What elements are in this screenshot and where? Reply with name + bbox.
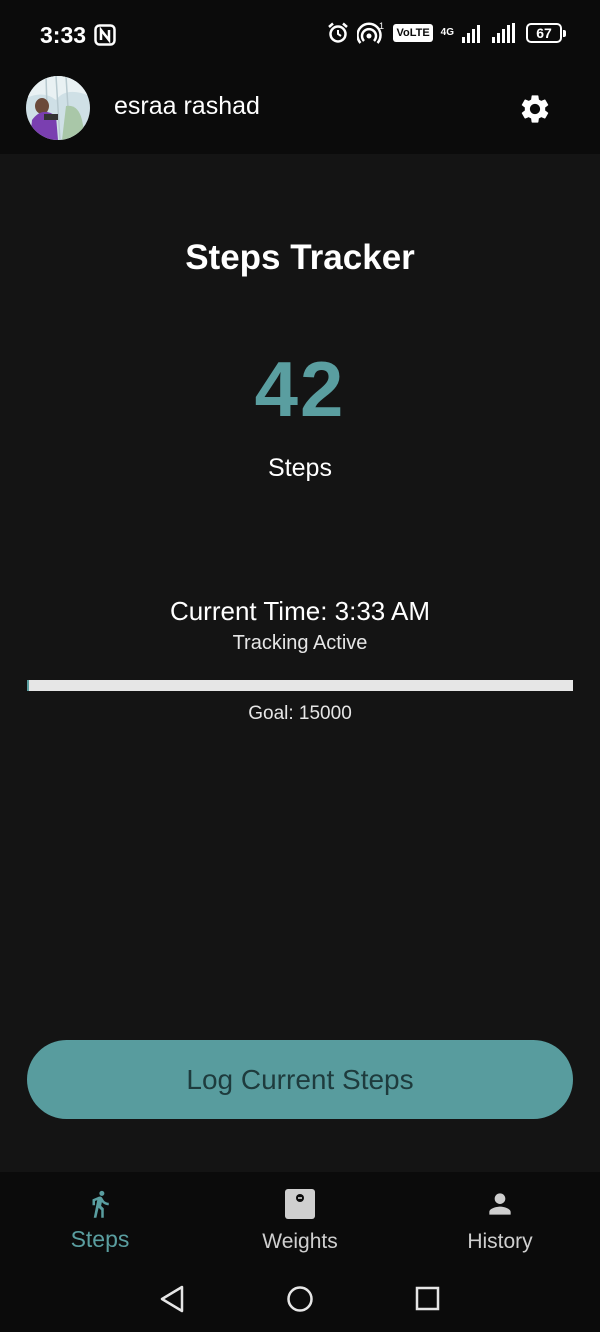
recents-icon[interactable] [414, 1284, 442, 1314]
step-count: 42 [254, 345, 346, 433]
goal-progress-fill [27, 680, 29, 691]
log-current-steps-button[interactable]: Log Current Steps [27, 1040, 573, 1119]
battery-indicator: 67 [526, 23, 566, 43]
home-icon[interactable] [286, 1284, 314, 1314]
svg-text:1: 1 [379, 22, 384, 31]
settings-button[interactable] [516, 90, 554, 128]
nav-label-weights: Weights [262, 1230, 338, 1253]
network-type: 4G [440, 27, 454, 38]
hotspot-icon: 1 [357, 22, 384, 44]
scale-icon [285, 1189, 315, 1219]
avatar[interactable] [26, 76, 90, 140]
goal-progress-bar [27, 680, 573, 691]
system-navigation-bar [0, 1268, 600, 1332]
current-time: Current Time: 3:33 AM [169, 596, 431, 626]
volte-badge: VoLTE [393, 24, 433, 42]
nav-label-history: History [467, 1230, 533, 1253]
nav-label-steps: Steps [70, 1226, 130, 1252]
status-bar: 3:33 1 VoLTE 4G 67 [0, 0, 600, 74]
avatar-image [26, 76, 90, 140]
signal-icon-2 [492, 23, 515, 43]
app-header: esraa rashad [0, 74, 600, 154]
nav-item-steps[interactable]: Steps [0, 1172, 200, 1268]
bottom-navigation: Steps Weights History [0, 1172, 600, 1268]
walk-icon [92, 1190, 109, 1218]
person-icon [489, 1193, 511, 1215]
signal-icon-1 [462, 25, 480, 43]
tracking-status: Tracking Active [232, 632, 368, 654]
back-icon[interactable] [158, 1284, 186, 1314]
step-unit-label: Steps [268, 454, 332, 482]
steps-tracker-screen: Steps Tracker 42 Steps Current Time: 3:3… [0, 154, 600, 1172]
status-time: 3:33 [40, 22, 87, 48]
goal-label: Goal: 15000 [248, 703, 352, 724]
nfc-icon [94, 24, 116, 46]
nav-item-history[interactable]: History [400, 1172, 600, 1268]
status-icons: 1 VoLTE 4G 67 [327, 22, 566, 44]
nav-item-weights[interactable]: Weights [200, 1172, 400, 1268]
page-title: Steps Tracker [185, 238, 415, 277]
gear-icon [521, 95, 549, 123]
alarm-icon [328, 22, 349, 43]
user-name: esraa rashad [114, 92, 260, 120]
